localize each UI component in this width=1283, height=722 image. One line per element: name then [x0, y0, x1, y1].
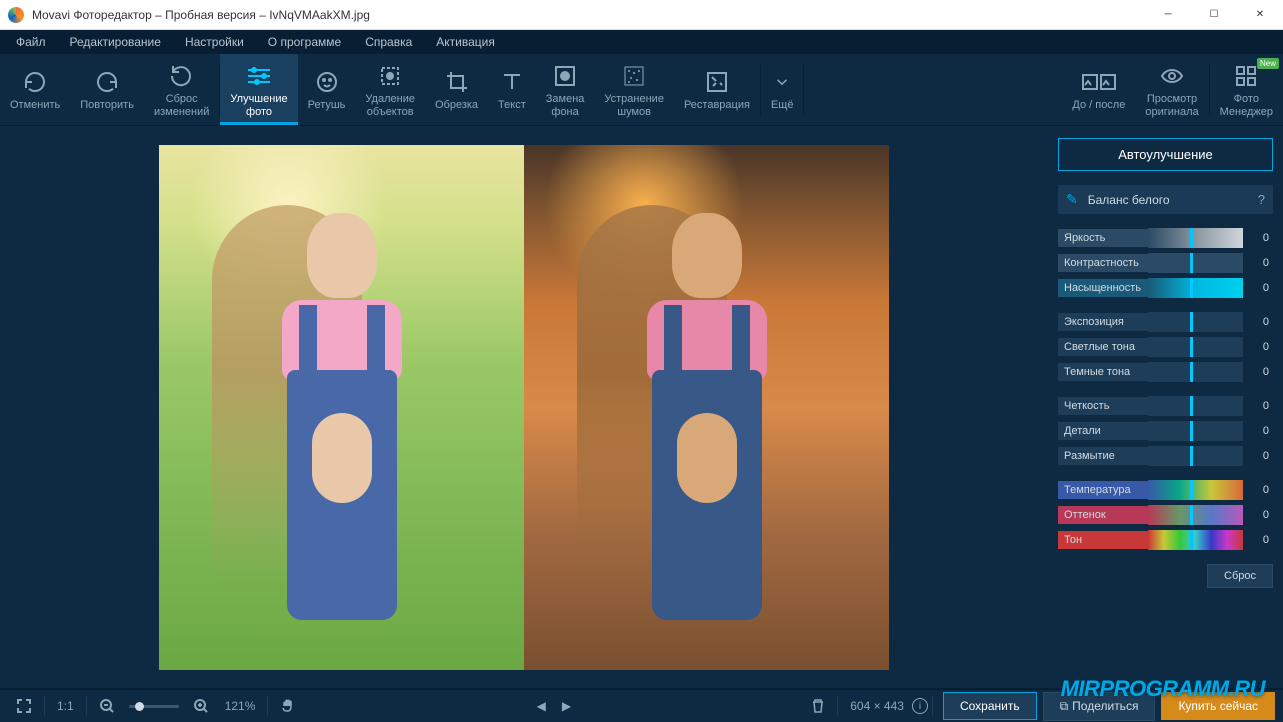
undo-icon — [23, 68, 47, 96]
text-button[interactable]: Текст — [488, 54, 536, 125]
tint-slider[interactable]: Оттенок0 — [1058, 505, 1273, 525]
main-area: Автоулучшение ✎ Баланс белого ? Яркость0… — [0, 126, 1283, 688]
window-titlebar: Movavi Фоторедактор – Пробная версия – I… — [0, 0, 1283, 30]
buy-button[interactable]: Купить сейчас — [1161, 692, 1275, 720]
app-logo-icon — [8, 7, 24, 23]
menu-edit[interactable]: Редактирование — [58, 32, 173, 52]
background-icon — [553, 62, 577, 90]
canvas-area[interactable] — [0, 126, 1048, 688]
restore-button[interactable]: Реставрация — [674, 54, 760, 125]
save-button[interactable]: Сохранить — [943, 692, 1037, 720]
toolbar: Отменить Повторить Сброс изменений Улучш… — [0, 54, 1283, 126]
reset-icon — [170, 62, 194, 90]
brightness-slider[interactable]: Яркость0 — [1058, 228, 1273, 248]
menu-activation[interactable]: Активация — [424, 32, 507, 52]
minimize-button[interactable]: ─ — [1145, 0, 1191, 30]
image-comparison — [159, 145, 889, 670]
delete-button[interactable] — [803, 698, 833, 714]
window-title: Movavi Фоторедактор – Пробная версия – I… — [32, 8, 1145, 22]
info-button[interactable]: i — [912, 698, 928, 714]
reset-sliders-button[interactable]: Сброс — [1207, 564, 1273, 588]
enhance-button[interactable]: Улучшение фото — [220, 54, 297, 125]
menubar: Файл Редактирование Настройки О программ… — [0, 30, 1283, 54]
crop-icon — [445, 68, 469, 96]
help-icon[interactable]: ? — [1258, 192, 1265, 207]
dimensions-label: 604 × 443 — [842, 699, 912, 713]
image-before — [159, 145, 524, 670]
fit-button[interactable]: 1:1 — [49, 699, 82, 713]
zoom-in-button[interactable] — [185, 698, 217, 714]
photo-manager-button[interactable]: New Фото Менеджер — [1210, 54, 1283, 125]
noise-icon — [622, 62, 646, 90]
adjust-panel: Автоулучшение ✎ Баланс белого ? Яркость0… — [1048, 126, 1283, 688]
fullscreen-button[interactable] — [8, 698, 40, 714]
maximize-button[interactable]: ☐ — [1191, 0, 1237, 30]
redo-button[interactable]: Повторить — [70, 54, 144, 125]
noise-button[interactable]: Устранение шумов — [594, 54, 674, 125]
view-original-button[interactable]: Просмотр оригинала — [1135, 54, 1208, 125]
remove-objects-button[interactable]: Удаление объектов — [355, 54, 425, 125]
hand-tool-button[interactable] — [272, 698, 304, 714]
face-icon — [315, 68, 339, 96]
chevron-down-icon — [773, 68, 791, 96]
zoom-slider[interactable] — [129, 705, 179, 708]
undo-button[interactable]: Отменить — [0, 54, 70, 125]
prev-button[interactable]: ◀ — [529, 699, 554, 713]
menu-file[interactable]: Файл — [4, 32, 58, 52]
close-button[interactable]: ✕ — [1237, 0, 1283, 30]
before-after-button[interactable]: До / после — [1062, 54, 1135, 125]
erase-icon — [378, 62, 402, 90]
compare-icon — [1082, 68, 1116, 96]
reset-changes-button[interactable]: Сброс изменений — [144, 54, 219, 125]
crop-button[interactable]: Обрезка — [425, 54, 488, 125]
more-button[interactable]: Ещё — [761, 54, 804, 125]
share-button[interactable]: ⧉Поделиться — [1043, 692, 1156, 721]
auto-enhance-button[interactable]: Автоулучшение — [1058, 138, 1273, 171]
redo-icon — [95, 68, 119, 96]
background-button[interactable]: Замена фона — [536, 54, 595, 125]
eyedropper-icon: ✎ — [1066, 191, 1078, 208]
highlights-slider[interactable]: Светлые тона0 — [1058, 337, 1273, 357]
grid-icon — [1235, 62, 1257, 90]
contrast-slider[interactable]: Контрастность0 — [1058, 253, 1273, 273]
eye-icon — [1160, 62, 1184, 90]
zoom-value: 121% — [217, 699, 264, 713]
blur-slider[interactable]: Размытие0 — [1058, 446, 1273, 466]
white-balance-row[interactable]: ✎ Баланс белого ? — [1058, 185, 1273, 214]
text-icon — [500, 68, 524, 96]
bottom-bar: 1:1 121% ◀ ▶ 604 × 443 i Сохранить ⧉Поде… — [0, 688, 1283, 722]
image-after — [524, 145, 889, 670]
next-button[interactable]: ▶ — [554, 699, 579, 713]
sliders-icon — [246, 62, 272, 90]
zoom-out-button[interactable] — [91, 698, 123, 714]
saturation-slider[interactable]: Насыщенность0 — [1058, 278, 1273, 298]
exposure-slider[interactable]: Экспозиция0 — [1058, 312, 1273, 332]
menu-help[interactable]: Справка — [353, 32, 424, 52]
details-slider[interactable]: Детали0 — [1058, 421, 1273, 441]
temperature-slider[interactable]: Температура0 — [1058, 480, 1273, 500]
menu-about[interactable]: О программе — [256, 32, 353, 52]
menu-settings[interactable]: Настройки — [173, 32, 256, 52]
restore-icon — [705, 68, 729, 96]
hue-slider[interactable]: Тон0 — [1058, 530, 1273, 550]
shadows-slider[interactable]: Темные тона0 — [1058, 362, 1273, 382]
sharpness-slider[interactable]: Четкость0 — [1058, 396, 1273, 416]
retouch-button[interactable]: Ретушь — [298, 54, 356, 125]
new-badge: New — [1257, 58, 1279, 69]
